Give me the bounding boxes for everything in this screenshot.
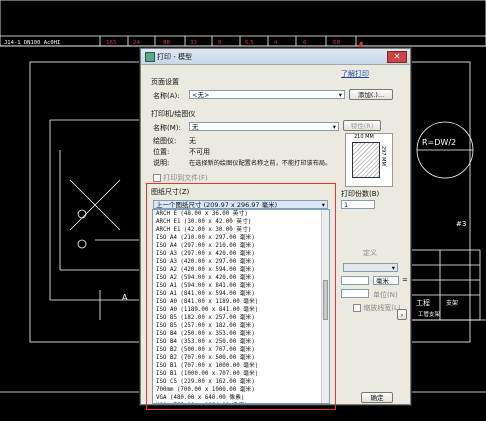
scale-unit-input[interactable] <box>341 289 369 298</box>
description-label: 说明: <box>153 159 170 167</box>
paper-size-option[interactable]: ISO B4 (353.00 x 250.00 毫米) <box>153 338 329 346</box>
properties-button[interactable]: 特性(R) <box>343 120 381 131</box>
chevron-down-icon: ▾ <box>391 264 395 272</box>
cad-header-cell: 6.5 <box>245 40 254 46</box>
cad-header-cell: 165 <box>106 40 117 46</box>
define-label: 定义 <box>363 249 377 257</box>
plotter-label: 绘图仪: <box>153 137 177 145</box>
paper-size-option[interactable]: ISO B2 (707.00 x 500.00 毫米) <box>153 354 329 362</box>
paper-size-option[interactable]: ISO A4 (210.00 x 297.00 毫米) <box>153 234 329 242</box>
chevron-down-icon: ▾ <box>338 91 342 99</box>
help-link[interactable]: 了解打印 <box>341 69 369 79</box>
page-setup-name-value: <无> <box>192 91 210 99</box>
copies-value: 1 <box>344 201 349 209</box>
print-to-file-checkbox[interactable]: 打印到文件(F) <box>153 173 208 183</box>
paper-size-option[interactable]: ISO A3 (297.00 x 420.00 毫米) <box>153 250 329 258</box>
printer-section: 打印机/绘图仪 <box>151 110 196 118</box>
cad-header-cell: 24 <box>133 40 140 46</box>
paper-size-option[interactable]: 700mm (700.00 x 1000.00 毫米) <box>153 386 329 394</box>
cad-label-pipe2: 支架 <box>446 299 458 307</box>
printer-name-label: 名称(M): <box>153 124 181 132</box>
page-setup-name-select[interactable]: <无> ▾ <box>189 90 345 99</box>
paper-size-option[interactable]: ISO B5 (257.00 x 182.00 毫米) <box>153 322 329 330</box>
dialog-title: 打印 - 模型 <box>157 53 192 61</box>
cad-header-cell: 4 <box>274 40 278 46</box>
description-value: 在选择新的绘图仪配置名称之前，不能打印该布局。 <box>189 160 332 167</box>
page-setup-section: 页面设置 <box>151 78 179 86</box>
paper-size-option[interactable]: ISO B2 (500.00 x 707.00 毫米) <box>153 346 329 354</box>
add-page-setup-button[interactable]: 添加(.)... <box>349 89 393 100</box>
scale-mm-input[interactable] <box>341 276 369 285</box>
cad-header-cell: 68 <box>333 40 340 46</box>
paper-size-option[interactable]: ARCH E1 (42.00 x 30.00 英寸) <box>153 226 329 234</box>
paper-size-dropdown-list[interactable]: ARCH E (48.00 x 36.00 英寸) ARCH E1 (30.00 … <box>152 209 330 404</box>
unit-value: 毫米 <box>376 277 389 285</box>
unit-select[interactable]: 毫米 <box>373 276 399 285</box>
cad-header-cell: 6 <box>303 40 307 46</box>
close-button[interactable]: ✕ <box>387 51 407 63</box>
paper-size-option[interactable]: ARCH E (48.00 x 36.00 英寸) <box>153 210 329 218</box>
printer-name-select[interactable]: 无 ▾ <box>189 122 339 131</box>
ok-button[interactable]: 确定 <box>361 392 393 403</box>
copies-section: 打印份数(B) <box>341 190 380 198</box>
paper-size-option[interactable]: ISO A4 (297.00 x 210.00 毫米) <box>153 242 329 250</box>
cad-label-num: #3 <box>456 220 466 228</box>
paper-size-option[interactable]: ISO B5 (182.00 x 257.00 毫米) <box>153 314 329 322</box>
paper-size-option[interactable]: ARCH E1 (30.00 x 42.00 英寸) <box>153 218 329 226</box>
equals-label: = <box>402 276 408 284</box>
location-value: 不可用 <box>189 148 210 156</box>
unit-label: 单位(N) <box>373 291 398 299</box>
dialog-titlebar[interactable]: 打印 - 模型 ✕ <box>141 49 410 65</box>
paper-height-label: 297 MM <box>380 146 386 166</box>
scale-select[interactable]: ▾ <box>343 263 398 272</box>
plotter-value: 无 <box>189 137 196 145</box>
dropdown-scrollbar[interactable] <box>321 210 329 403</box>
printer-name-value: 无 <box>192 123 199 131</box>
scrollbar-thumb[interactable] <box>323 280 328 320</box>
page-setup-name-label: 名称(A): <box>153 92 180 100</box>
paper-size-option[interactable]: ISO A3 (420.00 x 297.00 毫米) <box>153 258 329 266</box>
location-label: 位置: <box>153 148 170 156</box>
paper-size-option[interactable]: ISO A2 (594.00 x 420.00 毫米) <box>153 274 329 282</box>
paper-size-option[interactable]: ISO B1 (707.00 x 1000.00 毫米) <box>153 362 329 370</box>
cad-header-cell: 33 <box>190 40 197 46</box>
cad-header-cell: 88 <box>163 40 170 46</box>
paper-size-option[interactable]: VGA (480.00 x 640.00 像素) <box>153 394 329 402</box>
paper-size-option[interactable]: ISO A0 (841.00 x 1189.00 毫米) <box>153 298 329 306</box>
paper-size-option[interactable]: ISO A0 (1189.00 x 841.00 毫米) <box>153 306 329 314</box>
paper-size-option[interactable]: ISO B1 (1000.00 x 707.00 毫米) <box>153 370 329 378</box>
cad-dim-a: A <box>122 293 128 302</box>
chevron-down-icon: ▾ <box>332 123 336 131</box>
cad-label-pipe: 工程 <box>416 298 430 307</box>
printer-icon <box>145 52 155 62</box>
paper-preview: 210 MM 297 MM <box>345 133 393 187</box>
paper-width-label: 210 MM <box>354 134 374 140</box>
paper-size-option[interactable]: ISO C5 (229.00 x 162.00 毫米) <box>153 378 329 386</box>
paper-size-option[interactable]: ISO A2 (420.00 x 594.00 毫米) <box>153 266 329 274</box>
paper-size-option[interactable]: ISO B4 (250.00 x 353.00 毫米) <box>153 330 329 338</box>
expand-options-button[interactable]: › <box>397 309 407 320</box>
paper-size-option[interactable]: ISO A1 (594.00 x 841.00 毫米) <box>153 282 329 290</box>
cad-label-bottom: 工管支架 <box>418 310 441 318</box>
scale-linewidth-checkbox[interactable]: 缩放线宽(L) <box>353 303 401 313</box>
paper-size-option[interactable]: XGA (768.00 x 1024.00 像素) <box>153 402 329 403</box>
paper-size-option[interactable]: ISO A1 (841.00 x 594.00 毫米) <box>153 290 329 298</box>
copies-input[interactable]: 1 <box>341 200 375 209</box>
cad-header-cell: 8 <box>218 40 222 46</box>
cad-title-cell: J14-1 DN100 Ac0HI <box>4 40 60 46</box>
paper-preview-area <box>352 142 380 178</box>
cad-dim-right: R=DW/2 <box>422 138 456 147</box>
